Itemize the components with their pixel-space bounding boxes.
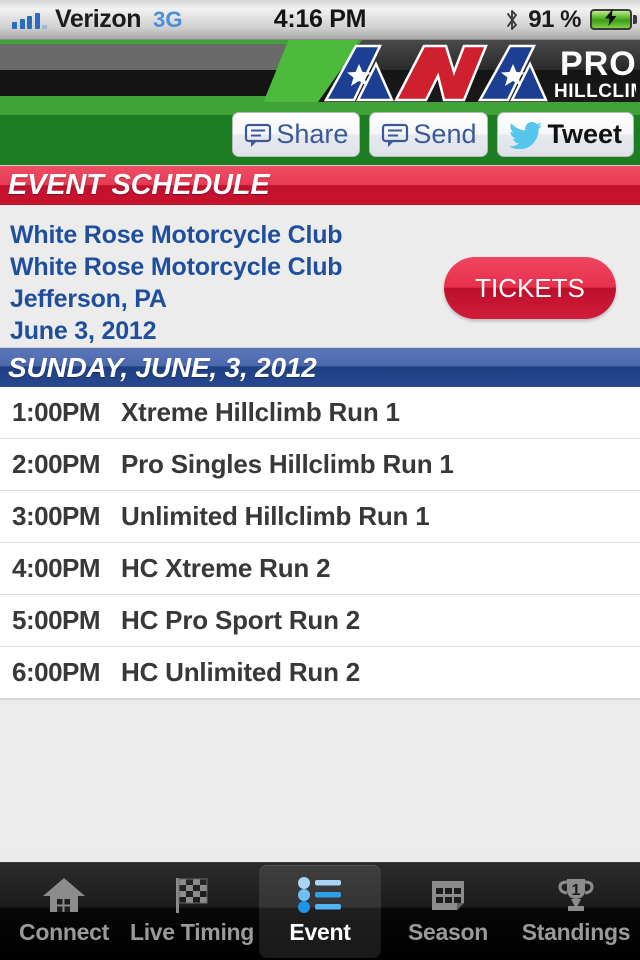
event-schedule-title: EVENT SCHEDULE bbox=[8, 169, 270, 201]
bottom-tab-bar: Connect Live Timing Event Season 1 Stand… bbox=[0, 862, 640, 960]
tweet-button[interactable]: Tweet bbox=[497, 112, 634, 157]
tab-connect-label: Connect bbox=[19, 919, 109, 945]
row-time: 6:00PM bbox=[12, 657, 101, 687]
tab-season[interactable]: Season bbox=[384, 863, 512, 960]
share-button[interactable]: Share bbox=[232, 112, 361, 157]
row-event-name: Unlimited Hillclimb Run 1 bbox=[121, 501, 430, 531]
status-bar: Verizon 3G 4:16 PM 91 % bbox=[0, 0, 640, 40]
home-icon bbox=[41, 873, 87, 917]
svg-text:1: 1 bbox=[572, 882, 581, 899]
battery-charging-icon bbox=[590, 8, 637, 30]
row-time: 3:00PM bbox=[12, 501, 101, 531]
day-header-title: SUNDAY, JUNE, 3, 2012 bbox=[8, 351, 317, 383]
row-event-name: Xtreme Hillclimb Run 1 bbox=[121, 397, 400, 427]
social-share-bar: Share Send Tweet bbox=[232, 112, 634, 157]
event-info-section: White Rose Motorcycle Club White Rose Mo… bbox=[0, 205, 640, 347]
row-event-name: HC Pro Sport Run 2 bbox=[121, 605, 361, 635]
list-empty-area bbox=[0, 699, 640, 847]
battery-percent-label: 91 % bbox=[528, 5, 581, 33]
svg-text:HILLCLIMB: HILLCLIMB bbox=[554, 81, 636, 102]
share-button-label: Share bbox=[276, 119, 349, 149]
row-time: 2:00PM bbox=[12, 449, 101, 479]
tab-event[interactable]: Event bbox=[256, 863, 384, 960]
tab-event-label: Event bbox=[289, 919, 351, 945]
tweet-button-label: Tweet bbox=[547, 119, 622, 149]
checkered-flag-icon bbox=[169, 873, 215, 917]
table-row[interactable]: 6:00PM HC Unlimited Run 2 bbox=[0, 647, 640, 699]
table-row[interactable]: 3:00PM Unlimited Hillclimb Run 1 bbox=[0, 491, 640, 543]
speech-bubble-icon bbox=[381, 122, 409, 148]
app-root: Verizon 3G 4:16 PM 91 % PRO HILLCLI Shar… bbox=[0, 0, 640, 960]
row-time: 5:00PM bbox=[12, 605, 101, 635]
tab-live-timing-label: Live Timing bbox=[129, 919, 255, 945]
app-header-banner: PRO HILLCLIMB Share bbox=[0, 40, 640, 165]
row-time: 4:00PM bbox=[12, 553, 101, 583]
row-time: 1:00PM bbox=[12, 397, 101, 427]
status-bar-right: 91 % bbox=[505, 5, 637, 34]
table-row[interactable]: 2:00PM Pro Singles Hillclimb Run 1 bbox=[0, 439, 640, 491]
speech-bubble-icon bbox=[244, 122, 272, 148]
calendar-grid-icon bbox=[425, 873, 471, 917]
ama-logo-graphic: PRO HILLCLIMB bbox=[323, 44, 636, 102]
table-row[interactable]: 1:00PM Xtreme Hillclimb Run 1 bbox=[0, 387, 640, 439]
send-button[interactable]: Send bbox=[369, 112, 489, 157]
row-event-name: Pro Singles Hillclimb Run 1 bbox=[121, 449, 454, 479]
table-row[interactable]: 5:00PM HC Pro Sport Run 2 bbox=[0, 595, 640, 647]
event-date: June 3, 2012 bbox=[10, 317, 157, 345]
send-button-label: Send bbox=[413, 119, 477, 149]
tab-standings[interactable]: 1 Standings bbox=[512, 863, 640, 960]
twitter-bird-icon bbox=[509, 121, 543, 149]
schedule-list: 1:00PM Xtreme Hillclimb Run 1 2:00PM Pro… bbox=[0, 387, 640, 699]
ama-pro-hillclimb-logo: PRO HILLCLIMB bbox=[314, 42, 636, 104]
table-row[interactable]: 4:00PM HC Xtreme Run 2 bbox=[0, 543, 640, 595]
trophy-icon: 1 bbox=[553, 873, 599, 917]
event-schedule-banner: EVENT SCHEDULE bbox=[0, 165, 640, 205]
tab-standings-label: Standings bbox=[521, 919, 631, 945]
tab-live-timing[interactable]: Live Timing bbox=[128, 863, 256, 960]
bullet-list-icon bbox=[296, 873, 344, 917]
tab-connect[interactable]: Connect bbox=[0, 863, 128, 960]
row-event-name: HC Unlimited Run 2 bbox=[121, 657, 361, 687]
tickets-button-label: TICKETS bbox=[475, 272, 585, 303]
day-header-banner: SUNDAY, JUNE, 3, 2012 bbox=[0, 347, 640, 387]
tickets-button[interactable]: TICKETS bbox=[444, 257, 616, 319]
bluetooth-icon bbox=[505, 8, 519, 32]
tab-season-label: Season bbox=[407, 919, 488, 945]
event-org-name: White Rose Motorcycle Club bbox=[10, 221, 343, 249]
row-event-name: HC Xtreme Run 2 bbox=[121, 553, 331, 583]
svg-text:PRO: PRO bbox=[560, 45, 636, 83]
